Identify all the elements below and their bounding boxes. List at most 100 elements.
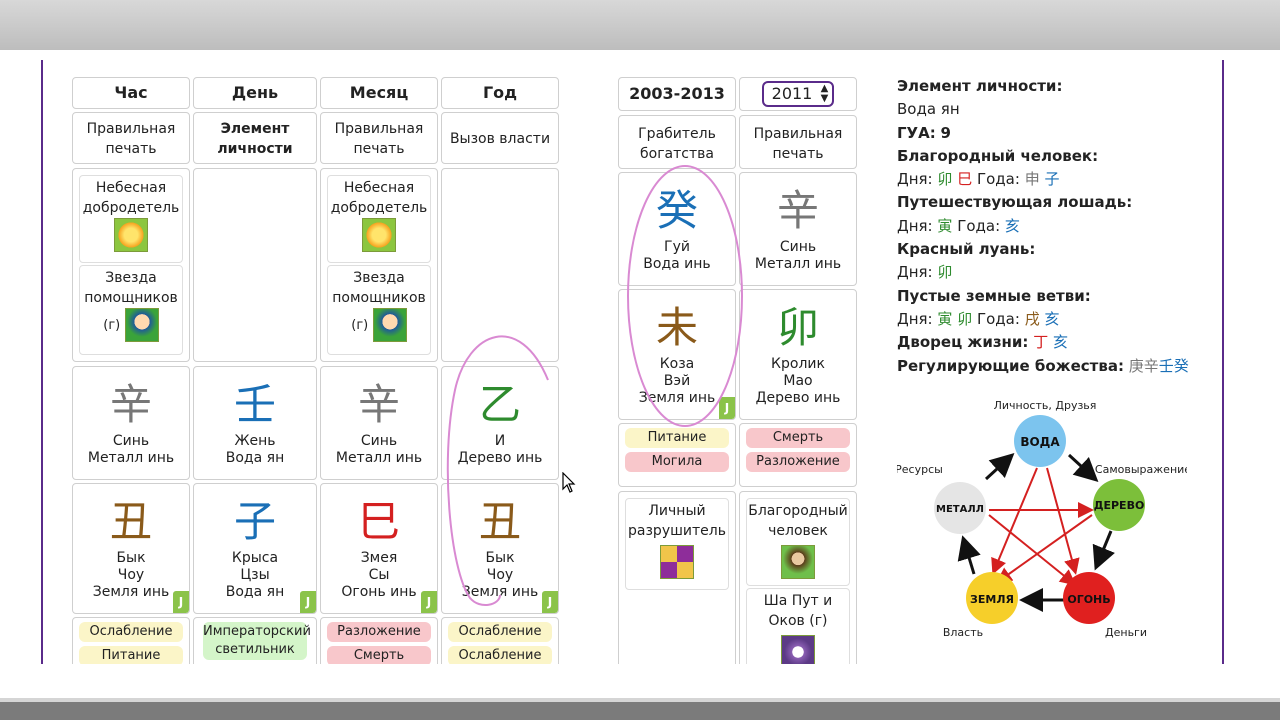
- luan-label: Красный луань:: [897, 240, 1036, 259]
- days-label: Дня:: [897, 170, 933, 189]
- controlling-cycle-arrows: [988, 467, 1094, 586]
- hidden-stems-badge[interactable]: J: [719, 397, 735, 419]
- palace-line: Дворец жизни: 丁 亥: [897, 331, 1227, 354]
- year-stem[interactable]: 乙 И Дерево инь: [441, 366, 559, 480]
- year-luck-header: 2011 ▲ ▼: [739, 77, 857, 111]
- decade-life-stages: Питание Могила: [618, 423, 736, 487]
- browser-top-bar: [0, 0, 1280, 50]
- helpers-star[interactable]: Звезда помощников (г): [79, 265, 183, 355]
- hour-stem[interactable]: 辛 Синь Металл инь: [72, 366, 190, 480]
- hidden-stems-badge[interactable]: J: [300, 591, 316, 613]
- branch-animal: Бык: [485, 550, 515, 566]
- years-label: Года:: [957, 216, 1001, 235]
- year-luck-life-stages: Смерть Разложение: [739, 423, 857, 487]
- water-caption: Личность, Друзья: [994, 399, 1097, 412]
- noble-person-star[interactable]: Благородный человек: [746, 498, 850, 586]
- life-stage-pill: Питание: [79, 646, 183, 664]
- element-node-wood: ДЕРЕВО: [1093, 479, 1145, 531]
- day-stem[interactable]: 壬 Жень Вода ян: [193, 366, 317, 480]
- gua-label: ГУА:: [897, 123, 936, 142]
- life-stage-pill: Разложение: [327, 622, 431, 642]
- pinwheel-icon: [660, 545, 694, 579]
- stem-name: Жень: [234, 433, 276, 449]
- empty-branches-line: Дня: 寅 卯 Года: 戌 亥: [897, 308, 1227, 331]
- stem-element: Вода инь: [643, 256, 711, 272]
- year-luck-branch[interactable]: 卯 Кролик Мао Дерево инь: [739, 289, 857, 420]
- arrow-fire-metal: [1046, 467, 1080, 575]
- arrow-wood-fire: [1092, 530, 1115, 571]
- branch-glyph: 子: [233, 497, 276, 546]
- life-stage-pill: Разложение: [746, 452, 850, 472]
- branch-glyph: 卯: [776, 303, 819, 352]
- branch-glyph: 未: [655, 303, 698, 352]
- month-stem[interactable]: 辛 Синь Металл инь: [320, 366, 438, 480]
- stem-name: Синь: [112, 433, 150, 449]
- day-ten-god: Элемент личности: [193, 112, 317, 164]
- day-branch[interactable]: 子 Крыса Цзы Вода ян J: [193, 483, 317, 614]
- year-luck-stem[interactable]: 辛 Синь Металл инь: [739, 172, 857, 286]
- header-day: День: [193, 77, 317, 109]
- stem-glyph: 乙: [478, 380, 521, 429]
- helpers-star-label: Звезда помощников: [332, 270, 426, 306]
- sha-star[interactable]: Ша Пут и Оков (г): [746, 588, 850, 664]
- bottom-strip: [0, 702, 1280, 720]
- element-node-metal: МЕТАЛЛ: [934, 482, 986, 534]
- year-select[interactable]: 2011 ▲ ▼: [761, 81, 835, 107]
- element-node-water: ВОДА: [1014, 415, 1066, 467]
- branch-element: Вода ян: [225, 584, 285, 600]
- life-stage-pill: Питание: [625, 428, 729, 448]
- heavenly-virtue-star[interactable]: Небесная добродетель: [327, 175, 431, 263]
- hidden-stems-badge[interactable]: J: [173, 591, 189, 613]
- helpers-suffix: (г): [103, 318, 121, 333]
- stem-element: Металл инь: [754, 256, 842, 272]
- decade-stem[interactable]: 癸 Гуй Вода инь: [618, 172, 736, 286]
- personal-destroyer-star[interactable]: Личный разрушитель: [625, 498, 729, 590]
- info-panel: Элемент личности: Вода ян ГУА: 9 Благоро…: [897, 75, 1227, 378]
- branch-char: 卯: [937, 263, 953, 282]
- day-stars-empty: [193, 168, 317, 362]
- stem-name: Гуй: [664, 239, 690, 255]
- hour-branch[interactable]: 丑 Бык Чоу Земля инь J: [72, 483, 190, 614]
- branch-char: 卯: [957, 309, 973, 328]
- day-life-stages: Императорский светильник: [193, 617, 317, 664]
- years-label: Года:: [976, 309, 1020, 328]
- stem-name: И: [494, 433, 506, 449]
- days-label: Дня:: [897, 309, 933, 328]
- branch-name: Чоу: [486, 567, 514, 583]
- metal-caption: Ресурсы: [897, 463, 943, 476]
- deity-line: Регулирующие божества: 庚辛壬癸: [897, 355, 1227, 378]
- heavenly-virtue-label: Небесная добродетель: [82, 180, 180, 216]
- branch-char: 巳: [957, 170, 973, 189]
- month-stars: Небесная добродетель Звезда помощников (…: [320, 168, 438, 362]
- stem-glyph: 辛: [776, 186, 819, 235]
- life-stage-pill: Смерть: [746, 428, 850, 448]
- helpers-star-label: Звезда помощников: [84, 270, 178, 306]
- five-elements-diagram: ВОДА ДЕРЕВО ОГОНЬ ЗЕМЛЯ МЕТАЛЛ Личность,…: [897, 399, 1187, 639]
- month-branch[interactable]: 巳 Змея Сы Огонь инь J: [320, 483, 438, 614]
- month-ten-god: Правильная печать: [320, 112, 438, 164]
- branch-name: Цзы: [240, 567, 270, 583]
- bazi-chart-page: Час День Месяц Год Правильная печать Эле…: [0, 50, 1280, 664]
- stem-char: 壬: [1158, 356, 1174, 375]
- hidden-stems-badge[interactable]: J: [542, 591, 558, 613]
- helpers-star[interactable]: Звезда помощников (г): [327, 265, 431, 355]
- stem-element: Металл инь: [87, 450, 175, 466]
- branch-element: Дерево инь: [755, 390, 841, 406]
- hidden-stems-badge[interactable]: J: [421, 591, 437, 613]
- imperial-lamp-pill: Императорский светильник: [203, 622, 311, 660]
- year-branch[interactable]: 丑 Бык Чоу Земля инь J: [441, 483, 559, 614]
- decade-branch[interactable]: 未 Коза Вэй Земля инь J: [618, 289, 736, 420]
- branch-char: 寅: [937, 216, 953, 235]
- header-year: Год: [441, 77, 559, 109]
- heavenly-virtue-star[interactable]: Небесная добродетель: [79, 175, 183, 263]
- element-node-earth: ЗЕМЛЯ: [966, 572, 1018, 624]
- noble-person-icon: [781, 545, 815, 579]
- life-stage-pill: Могила: [625, 452, 729, 472]
- deity-label: Регулирующие божества:: [897, 356, 1124, 375]
- branch-glyph: 丑: [478, 497, 521, 546]
- branch-char: 戌: [1024, 309, 1040, 328]
- hour-stars: Небесная добродетель Звезда помощников (…: [72, 168, 190, 362]
- years-label: Года:: [976, 170, 1020, 189]
- gua-line: ГУА: 9: [897, 122, 1227, 145]
- stem-glyph: 辛: [357, 380, 400, 429]
